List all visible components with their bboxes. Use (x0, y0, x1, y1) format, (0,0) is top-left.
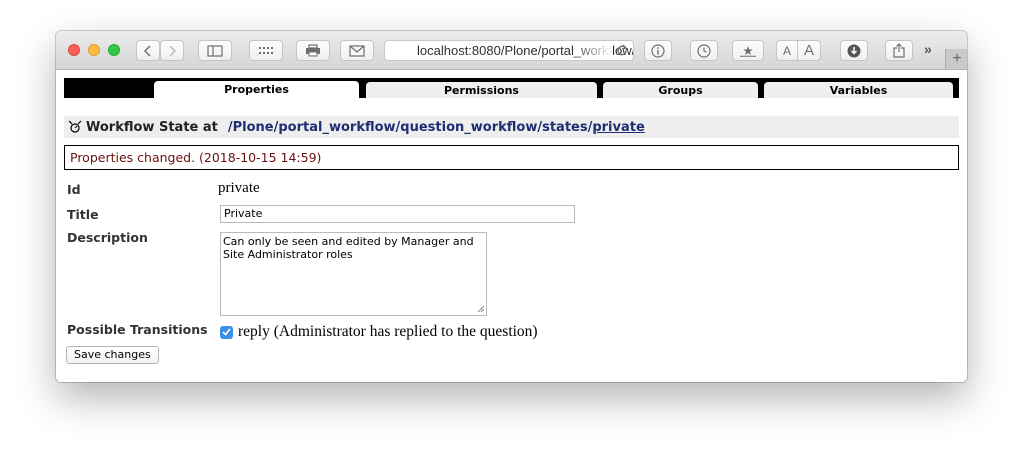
forward-button[interactable] (160, 40, 184, 61)
info-button[interactable] (644, 40, 672, 61)
info-icon (651, 43, 665, 58)
id-label: Id (67, 182, 81, 197)
large-a-icon: A (803, 42, 814, 59)
share-button[interactable] (885, 40, 913, 61)
new-tab-button[interactable]: + (945, 49, 967, 69)
small-a-icon: A (782, 43, 791, 58)
resize-grip-icon[interactable] (477, 305, 485, 313)
downloads-button[interactable] (840, 40, 868, 61)
save-button[interactable]: Save changes (66, 346, 159, 364)
mail-button[interactable] (340, 40, 374, 61)
zoom-window-button[interactable] (108, 44, 120, 56)
toolbar-overflow-chevron-icon[interactable]: » (924, 41, 932, 57)
back-button[interactable] (136, 40, 160, 61)
star-tray-icon (740, 45, 756, 57)
breadcrumb-link-portal-workflow[interactable]: portal_workflow (278, 120, 395, 135)
workflow-state-icon (68, 120, 82, 133)
download-icon (847, 44, 861, 57)
history-button[interactable] (690, 40, 718, 61)
transition-option: reply (Administrator has replied to the … (220, 323, 538, 341)
tab-groups[interactable]: Groups (603, 82, 758, 98)
checkmark-icon (222, 328, 231, 336)
breadcrumb-link-states[interactable]: states (542, 120, 588, 135)
page-title: Workflow State at /Plone/portal_workflow… (64, 116, 959, 138)
id-value: private (218, 180, 260, 196)
printer-icon (306, 44, 320, 57)
minimize-window-button[interactable] (88, 44, 100, 56)
transition-checkbox[interactable] (220, 325, 233, 339)
page-title-prefix: Workflow State at (86, 119, 218, 135)
sidebar-button[interactable] (198, 40, 232, 61)
tab-properties[interactable]: Properties (154, 81, 359, 98)
description-label: Description (67, 230, 148, 245)
top-sites-button[interactable] (249, 40, 283, 61)
breadcrumb-link-plone[interactable]: /Plone (228, 120, 274, 135)
breadcrumb-link-private[interactable]: private (592, 120, 644, 135)
breadcrumb: /Plone/portal_workflow/question_workflow… (228, 120, 645, 135)
description-field[interactable]: Can only be seen and edited by Manager a… (220, 232, 487, 316)
title-field[interactable]: Private (220, 205, 575, 223)
chevron-left-icon (144, 44, 151, 57)
envelope-icon (349, 44, 365, 57)
title-label: Title (67, 207, 99, 222)
address-bar[interactable]: localhost:8080/Plone/portal_workflow/que… (384, 40, 634, 61)
chevron-right-icon (169, 44, 176, 57)
text-smaller-button[interactable]: A (776, 40, 798, 61)
zmi-tabbar: Properties Permissions Groups Variables (64, 78, 959, 98)
tab-permissions[interactable]: Permissions (366, 82, 597, 98)
tab-variables[interactable]: Variables (764, 82, 953, 98)
clock-icon (697, 43, 711, 58)
close-window-button[interactable] (68, 44, 80, 56)
browser-window: localhost:8080/Plone/portal_workflow/que… (56, 31, 967, 382)
bookmarks-button[interactable] (732, 40, 764, 61)
browser-toolbar: localhost:8080/Plone/portal_workflow/que… (56, 31, 967, 70)
status-message: Properties changed. (2018-10-15 14:59) (64, 145, 959, 170)
breadcrumb-link-question-workflow[interactable]: question_workflow (400, 120, 537, 135)
text-larger-button[interactable]: A (797, 40, 821, 61)
reload-icon[interactable] (616, 44, 628, 57)
page-content: Properties Permissions Groups Variables … (56, 70, 967, 382)
share-icon (893, 43, 905, 58)
transitions-label: Possible Transitions (67, 322, 208, 337)
transition-text: reply (Administrator has replied to the … (238, 323, 538, 340)
print-button[interactable] (296, 40, 330, 61)
sidebar-icon (207, 44, 223, 57)
grid-icon (259, 46, 273, 54)
